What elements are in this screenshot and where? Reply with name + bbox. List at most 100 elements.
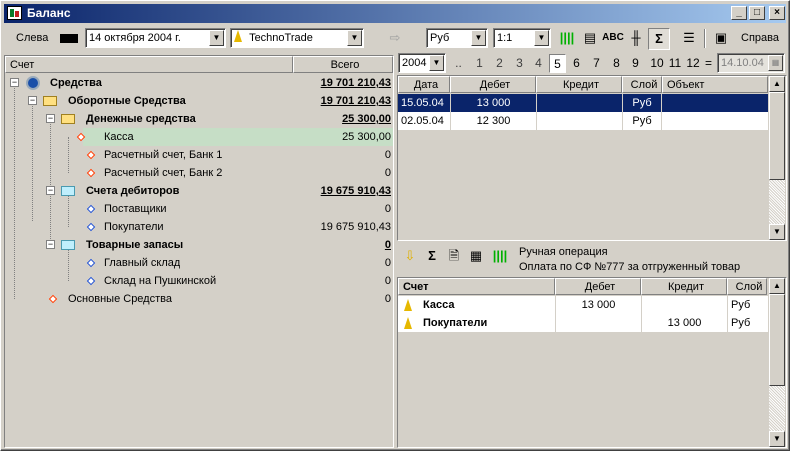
scroll-down-icon[interactable]: ▼ xyxy=(769,431,785,447)
date-combo[interactable]: 14 октября 2004 г. ▼ xyxy=(85,28,226,48)
collapse-icon[interactable]: − xyxy=(10,78,19,87)
tree-row-assets[interactable]: − Средства 19 701 210,43 xyxy=(5,74,393,92)
table-row[interactable]: 02.05.04 12 300 Руб xyxy=(398,112,768,130)
tree-row-label: Покупатели xyxy=(104,221,164,233)
tree-row-suppliers[interactable]: Поставщики 0 xyxy=(5,200,393,218)
table-icon[interactable]: ▦ xyxy=(465,246,487,268)
tree-row-fixed-assets[interactable]: Основные Средства 0 xyxy=(5,290,393,308)
transactions-scrollbar[interactable]: ▲ ▼ xyxy=(769,76,785,240)
calendar-icon[interactable]: ▦ xyxy=(768,55,783,71)
col-header-credit[interactable]: Кредит xyxy=(641,278,727,295)
align-icon[interactable]: ▤ xyxy=(579,28,601,50)
columns-green-icon[interactable]: |||| xyxy=(489,246,511,268)
entries-scrollbar[interactable]: ▲ ▼ xyxy=(769,278,785,447)
toolbar-separator xyxy=(704,29,706,48)
year-value: 2004 xyxy=(402,57,427,69)
table-row[interactable]: 15.05.04 13 000 Руб xyxy=(398,94,768,112)
account-diamond-icon xyxy=(86,168,96,178)
window-title: Баланс xyxy=(27,6,71,20)
minimize-button[interactable]: _ xyxy=(731,6,747,20)
arrow-down-icon[interactable]: ⇩ xyxy=(399,246,421,268)
table-row[interactable]: Покупатели 13 000 Руб xyxy=(398,314,768,332)
year-combo[interactable]: 2004 ▼ xyxy=(398,53,446,73)
collapse-icon[interactable]: − xyxy=(46,186,55,195)
panel-layout-icon[interactable]: ▣ xyxy=(710,28,732,50)
company-combo[interactable]: TechnoTrade ▼ xyxy=(230,28,364,48)
sum-icon[interactable]: Σ xyxy=(648,28,670,50)
tree-row-cash[interactable]: − Денежные средства 25 300,00 xyxy=(5,110,393,128)
grid-icon[interactable]: ╫ xyxy=(625,28,647,50)
tree-row-current-assets[interactable]: − Оборотные Средства 19 701 210,43 xyxy=(5,92,393,110)
col-header-account[interactable]: Счет xyxy=(5,56,293,73)
table-row[interactable]: Касса 13 000 Руб xyxy=(398,296,768,314)
chevron-down-icon[interactable]: ▼ xyxy=(347,30,362,46)
col-header-layer[interactable]: Слой xyxy=(622,76,662,93)
currency-combo[interactable]: Руб ▼ xyxy=(426,28,488,48)
tag-icon xyxy=(234,30,242,42)
tree-row-buyers[interactable]: Покупатели 19 675 910,43 xyxy=(5,218,393,236)
month-8[interactable]: 8 xyxy=(608,54,625,73)
cell-credit xyxy=(536,94,622,112)
cell-account: Покупатели xyxy=(423,317,488,329)
scroll-up-icon[interactable]: ▲ xyxy=(769,76,785,92)
tree-row-pushkin-warehouse[interactable]: Склад на Пушкинской 0 xyxy=(5,272,393,290)
tree-row-bank1[interactable]: Расчетный счет, Банк 1 0 xyxy=(5,146,393,164)
col-header-credit[interactable]: Кредит xyxy=(536,76,622,93)
month-10[interactable]: 10 xyxy=(647,54,667,73)
sum-icon[interactable]: Σ xyxy=(421,246,443,268)
tree-row-main-warehouse[interactable]: Главный склад 0 xyxy=(5,254,393,272)
document-icon[interactable]: 🗎 xyxy=(443,246,465,268)
tree-row-cashbox[interactable]: Касса 25 300,00 xyxy=(76,128,393,146)
scroll-down-icon[interactable]: ▼ xyxy=(769,224,785,240)
checklist-icon[interactable]: ☰ xyxy=(678,28,700,50)
month-7[interactable]: 7 xyxy=(588,54,605,73)
tree-row-receivables[interactable]: − Счета дебиторов 19 675 910,43 xyxy=(5,182,393,200)
col-header-account[interactable]: Счет xyxy=(398,278,555,295)
period-equals[interactable]: = xyxy=(700,54,717,73)
chevron-down-icon[interactable]: ▼ xyxy=(429,55,444,71)
folder-icon xyxy=(43,96,57,106)
month-6[interactable]: 6 xyxy=(568,54,585,73)
col-header-layer[interactable]: Слой xyxy=(727,278,767,295)
color-swatch[interactable] xyxy=(60,34,78,43)
chevron-down-icon[interactable]: ▼ xyxy=(471,30,486,46)
month-1[interactable]: 1 xyxy=(471,54,488,73)
right-label[interactable]: Справа xyxy=(741,28,779,48)
col-header-date[interactable]: Дата xyxy=(398,76,450,93)
collapse-icon[interactable]: − xyxy=(46,114,55,123)
balance-window: Баланс _ □ × Слева 14 октября 2004 г. ▼ … xyxy=(0,0,790,451)
month-4[interactable]: 4 xyxy=(530,54,547,73)
collapse-icon[interactable]: − xyxy=(28,96,37,105)
month-3[interactable]: 3 xyxy=(511,54,528,73)
scroll-thumb[interactable] xyxy=(769,92,785,180)
col-header-object[interactable]: Объект xyxy=(662,76,768,93)
scroll-up-icon[interactable]: ▲ xyxy=(769,278,785,294)
maximize-button[interactable]: □ xyxy=(749,6,765,20)
col-header-debit[interactable]: Дебет xyxy=(450,76,536,93)
scroll-thumb[interactable] xyxy=(769,294,785,386)
month-2[interactable]: 2 xyxy=(491,54,508,73)
collapse-icon[interactable]: − xyxy=(46,240,55,249)
month-5[interactable]: 5 xyxy=(549,54,566,73)
cell-layer: Руб xyxy=(727,314,767,332)
close-button[interactable]: × xyxy=(769,6,785,20)
chevron-down-icon[interactable]: ▼ xyxy=(534,30,549,46)
col-header-total[interactable]: Всего xyxy=(293,56,393,73)
scale-combo[interactable]: 1:1 ▼ xyxy=(493,28,551,48)
col-header-debit[interactable]: Дебет xyxy=(555,278,641,295)
columns-green-icon[interactable]: |||| xyxy=(556,28,578,50)
title-bar[interactable]: Баланс _ □ × xyxy=(4,4,786,23)
tree-row-total: 19 701 210,43 xyxy=(320,95,391,107)
date-field[interactable]: 14.10.04 ▦ xyxy=(717,53,785,73)
chevron-down-icon[interactable]: ▼ xyxy=(209,30,224,46)
folder-icon xyxy=(61,240,75,250)
arrow-right-icon[interactable]: ⇨ xyxy=(384,28,406,50)
month-9[interactable]: 9 xyxy=(627,54,644,73)
month-11[interactable]: 11 xyxy=(665,54,685,73)
account-diamond-icon xyxy=(86,258,96,268)
abc-icon[interactable]: ABC xyxy=(602,28,624,50)
period-prev[interactable]: .. xyxy=(450,54,467,73)
tree-row-label: Товарные запасы xyxy=(86,239,184,251)
tree-row-bank2[interactable]: Расчетный счет, Банк 2 0 xyxy=(5,164,393,182)
tree-row-inventory[interactable]: − Товарные запасы 0 xyxy=(5,236,393,254)
